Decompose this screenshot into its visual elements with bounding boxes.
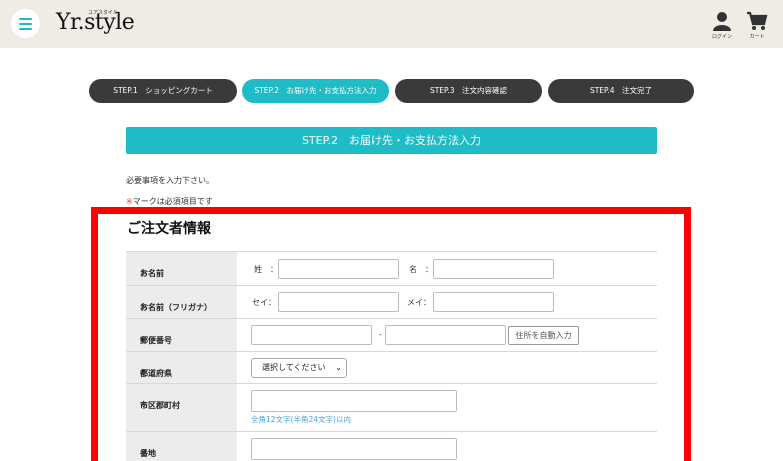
postal-code-1-input[interactable]	[251, 325, 372, 345]
required-entry-note: 必要事項を入力下さい。	[126, 176, 214, 185]
row-label-cell: ※ お名前	[126, 252, 237, 285]
section-title: ご注文者情報	[127, 221, 211, 237]
row-label-cell: ※ 番地	[126, 432, 237, 461]
row-postal: ※ 郵便番号 - 住所を自動入力	[126, 319, 657, 352]
menu-icon	[19, 18, 32, 20]
first-name-input[interactable]	[433, 259, 554, 279]
hamburger-menu-button[interactable]	[11, 9, 40, 38]
postal-label-text: 郵便番号	[140, 336, 172, 345]
postal-code-2-input[interactable]	[385, 325, 506, 345]
step-1-cart: STEP.1 ショッピングカート	[89, 79, 237, 103]
user-icon	[713, 12, 731, 31]
required-mark: ※	[126, 197, 133, 206]
kana-label-text: お名前（フリガナ）	[140, 303, 212, 312]
kana-last-input[interactable]	[278, 292, 399, 312]
row-label-cell: ※ 郵便番号	[126, 319, 237, 351]
prefecture-label-text: 都道府県	[140, 369, 172, 378]
required-mark-note: ※マークは必須項目です	[126, 196, 213, 207]
step-2-delivery: STEP.2 お届け先・お支払方法入力	[242, 79, 389, 103]
row-label-cell: ※ 都道府県	[126, 352, 237, 383]
prefecture-selected: 選択してください	[262, 363, 326, 372]
cart-button[interactable]: カート	[744, 11, 770, 40]
row-label-cell: ※ 市区郡町村	[126, 384, 237, 431]
name-label-text: お名前	[140, 269, 164, 278]
auto-address-button[interactable]: 住所を自動入力	[508, 326, 579, 345]
first-name-label: 名 ：	[409, 265, 433, 274]
last-name-label: 姓 ：	[254, 265, 278, 274]
kana-last-label: セイ：	[252, 298, 276, 307]
postal-separator: -	[379, 330, 382, 339]
menu-icon-bar	[19, 23, 32, 25]
step-4-complete: STEP.4 注文完了	[548, 79, 694, 103]
logo-text: Yr.style	[56, 10, 135, 35]
kana-first-label: メイ：	[407, 298, 431, 307]
row-label-cell: ※ お名前（フリガナ）	[126, 286, 237, 318]
menu-icon-bar	[19, 28, 32, 30]
chevron-down-icon: ⌄	[335, 363, 342, 372]
street-label-text: 番地	[140, 449, 156, 458]
step-3-confirm: STEP.3 注文内容確認	[395, 79, 542, 103]
orderer-form: ※ お名前 姓 ： 名 ： ※ お名前（フリガナ） セイ： メイ： ※ 郵便番号 - …	[126, 251, 657, 461]
login-label: ログイン	[711, 34, 732, 40]
city-label-text: 市区郡町村	[140, 401, 180, 410]
prefecture-select[interactable]: 選択してください ⌄	[251, 358, 347, 378]
row-prefecture: ※ 都道府県 選択してください ⌄	[126, 352, 657, 384]
cart-label: カート	[749, 34, 765, 40]
street-input[interactable]	[251, 438, 457, 460]
city-input[interactable]	[251, 390, 457, 412]
site-header: ユアスタイル Yr.style ログイン カート	[0, 0, 783, 48]
row-city: ※ 市区郡町村 全角12文字(半角24文字)以内	[126, 384, 657, 432]
login-button[interactable]: ログイン	[709, 11, 735, 40]
cart-icon	[747, 11, 768, 30]
last-name-input[interactable]	[278, 259, 399, 279]
page-title: STEP.2 お届け先・お支払方法入力	[126, 127, 657, 154]
row-name: ※ お名前 姓 ： 名 ：	[126, 252, 657, 286]
kana-first-input[interactable]	[433, 292, 554, 312]
required-mark-text: マークは必須項目です	[132, 197, 213, 206]
city-hint: 全角12文字(半角24文字)以内	[251, 415, 351, 424]
row-street: ※ 番地	[126, 432, 657, 461]
row-kana: ※ お名前（フリガナ） セイ： メイ：	[126, 286, 657, 319]
